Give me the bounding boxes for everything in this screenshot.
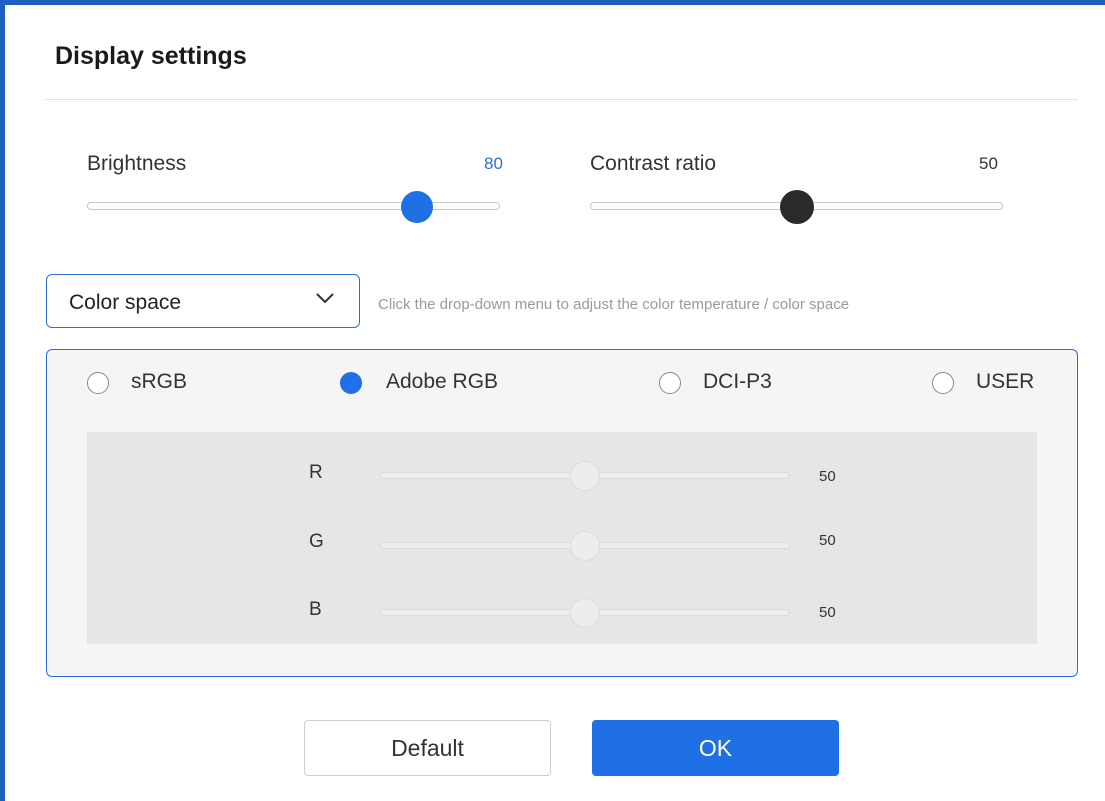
radio-srgb[interactable] xyxy=(87,372,109,394)
radio-dci-p3[interactable] xyxy=(659,372,681,394)
rgb-label-r: R xyxy=(309,462,323,483)
b-slider-thumb[interactable] xyxy=(570,598,600,628)
brightness-value: 80 xyxy=(484,154,503,173)
contrast-label: Contrast ratio xyxy=(590,152,717,175)
color-space-dropdown[interactable]: Color space xyxy=(46,274,360,328)
dialog-title: Display settings xyxy=(55,42,247,70)
radio-user[interactable] xyxy=(932,372,954,394)
rgb-label-g: G xyxy=(309,531,324,552)
contrast-value: 50 xyxy=(979,154,998,173)
ok-button[interactable]: OK xyxy=(592,720,839,776)
title-divider xyxy=(45,99,1078,100)
window-frame-top xyxy=(0,0,1105,5)
color-space-hint: Click the drop-down menu to adjust the c… xyxy=(378,296,850,313)
r-value: 50 xyxy=(819,468,836,485)
brightness-label: Brightness xyxy=(87,152,187,175)
g-value: 50 xyxy=(819,532,836,549)
r-slider-thumb[interactable] xyxy=(570,461,600,491)
radio-user-label: USER xyxy=(976,370,1035,393)
radio-adobe-rgb[interactable] xyxy=(340,372,362,394)
window-frame-left xyxy=(0,0,5,801)
color-space-dropdown-label: Color space xyxy=(69,291,182,314)
chevron-down-icon xyxy=(316,293,334,304)
radio-dci-p3-label: DCI-P3 xyxy=(703,370,772,393)
brightness-slider-track[interactable] xyxy=(87,202,500,210)
rgb-label-b: B xyxy=(309,599,322,620)
brightness-slider-thumb[interactable] xyxy=(401,191,434,223)
b-value: 50 xyxy=(819,604,836,621)
default-button[interactable]: Default xyxy=(304,720,551,776)
contrast-slider-thumb[interactable] xyxy=(779,190,814,224)
radio-srgb-label: sRGB xyxy=(131,370,188,393)
radio-adobe-rgb-label: Adobe RGB xyxy=(386,370,499,393)
g-slider-thumb[interactable] xyxy=(570,531,600,561)
